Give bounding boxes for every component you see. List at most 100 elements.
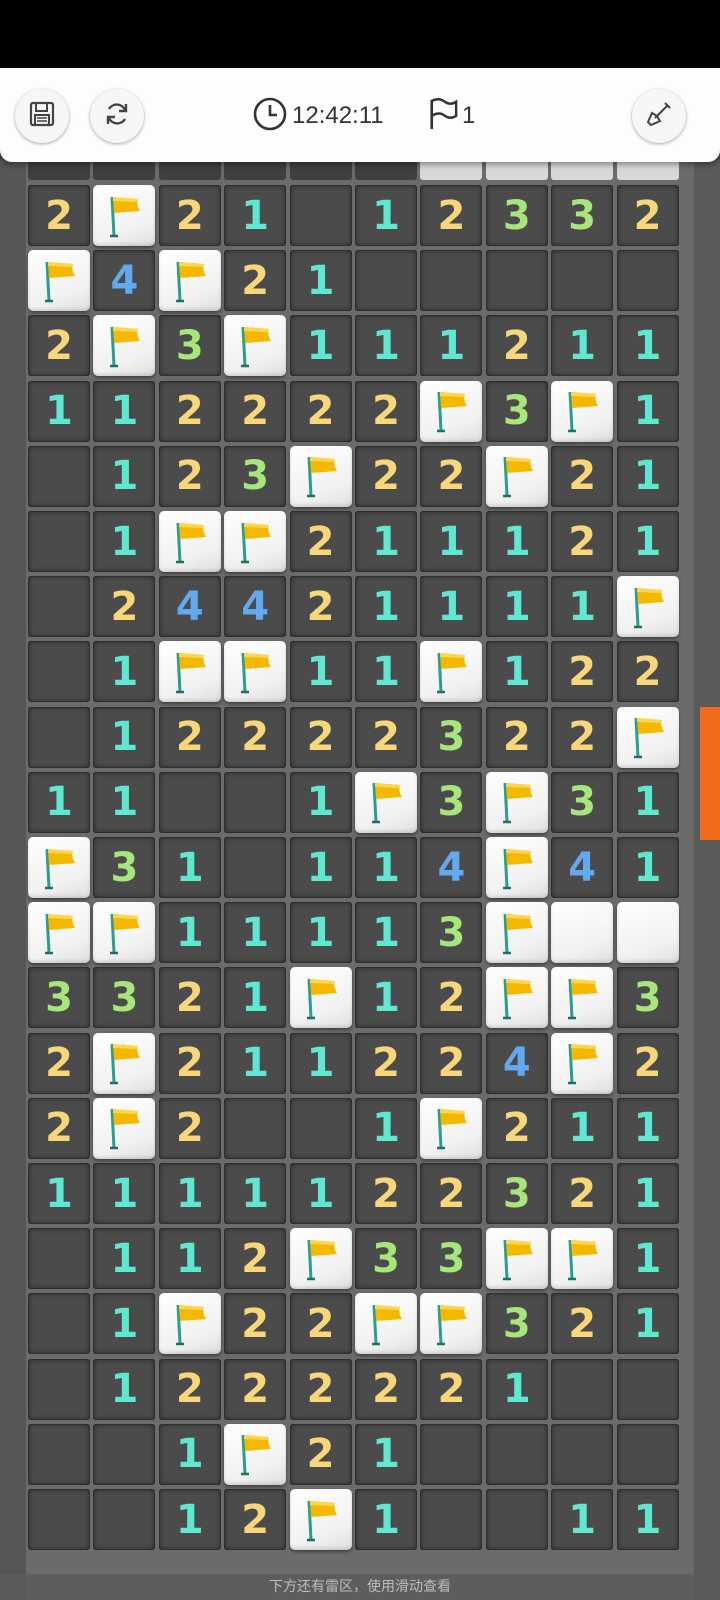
number-cell[interactable]: 2 xyxy=(289,380,352,442)
empty-cell[interactable] xyxy=(158,771,221,833)
flagged-cell[interactable] xyxy=(551,380,614,442)
flagged-cell[interactable] xyxy=(485,1228,548,1290)
number-cell[interactable]: 2 xyxy=(289,1293,352,1355)
flagged-cell[interactable] xyxy=(28,902,90,964)
number-cell[interactable]: 1 xyxy=(93,641,156,703)
number-cell[interactable]: 2 xyxy=(355,1163,417,1224)
empty-cell[interactable] xyxy=(28,511,90,572)
number-cell[interactable]: 1 xyxy=(485,511,548,572)
number-cell[interactable]: 1 xyxy=(158,1489,221,1550)
number-cell[interactable]: 1 xyxy=(551,1489,614,1550)
number-cell[interactable]: 1 xyxy=(616,445,679,507)
number-cell[interactable]: 2 xyxy=(289,576,352,638)
number-cell[interactable]: 2 xyxy=(420,185,483,246)
number-cell[interactable]: 1 xyxy=(224,967,287,1029)
number-cell[interactable]: 3 xyxy=(420,1228,483,1290)
number-cell[interactable]: 1 xyxy=(289,771,352,833)
number-cell[interactable]: 2 xyxy=(158,1097,221,1159)
number-cell[interactable]: 1 xyxy=(289,837,352,898)
number-cell[interactable]: 2 xyxy=(551,445,614,507)
number-cell[interactable]: 1 xyxy=(28,1163,90,1224)
dig-mode-button[interactable] xyxy=(632,89,686,143)
flagged-cell[interactable] xyxy=(355,771,417,833)
number-cell[interactable]: 1 xyxy=(355,641,417,703)
number-cell[interactable]: 1 xyxy=(93,380,156,442)
number-cell[interactable]: 1 xyxy=(224,1032,287,1094)
number-cell[interactable]: 1 xyxy=(93,1293,156,1355)
empty-cell[interactable] xyxy=(551,250,614,312)
empty-cell[interactable] xyxy=(28,445,90,507)
number-cell[interactable]: 3 xyxy=(551,771,614,833)
number-cell[interactable]: 3 xyxy=(485,1163,548,1224)
number-cell[interactable]: 1 xyxy=(224,902,287,964)
flagged-cell[interactable] xyxy=(485,445,548,507)
empty-cell[interactable] xyxy=(28,1228,90,1290)
flagged-cell[interactable] xyxy=(616,706,679,768)
number-cell[interactable]: 3 xyxy=(551,185,614,246)
number-cell[interactable]: 1 xyxy=(616,1163,679,1224)
flagged-cell[interactable] xyxy=(289,445,352,507)
flagged-cell[interactable] xyxy=(485,837,548,898)
number-cell[interactable]: 3 xyxy=(420,706,483,768)
flagged-cell[interactable] xyxy=(28,837,90,898)
number-cell[interactable]: 1 xyxy=(93,771,156,833)
flagged-cell[interactable] xyxy=(289,1228,352,1290)
number-cell[interactable]: 2 xyxy=(355,706,417,768)
number-cell[interactable]: 1 xyxy=(289,1032,352,1094)
number-cell[interactable]: 2 xyxy=(28,1032,90,1094)
number-cell[interactable]: 2 xyxy=(224,1358,287,1420)
empty-cell[interactable] xyxy=(28,576,90,638)
number-cell[interactable]: 1 xyxy=(93,1358,156,1420)
empty-cell[interactable] xyxy=(289,1097,352,1159)
number-cell[interactable]: 2 xyxy=(485,706,548,768)
empty-cell[interactable] xyxy=(551,1423,614,1485)
number-cell[interactable]: 2 xyxy=(158,1358,221,1420)
number-cell[interactable]: 1 xyxy=(420,576,483,638)
flagged-cell[interactable] xyxy=(224,511,287,572)
number-cell[interactable]: 1 xyxy=(158,1228,221,1290)
number-cell[interactable]: 4 xyxy=(158,576,221,638)
number-cell[interactable]: 2 xyxy=(158,1032,221,1094)
number-cell[interactable]: 1 xyxy=(485,576,548,638)
number-cell[interactable]: 1 xyxy=(158,837,221,898)
number-cell[interactable]: 2 xyxy=(355,380,417,442)
number-cell[interactable]: 3 xyxy=(93,967,156,1029)
number-cell[interactable]: 1 xyxy=(158,902,221,964)
number-cell[interactable]: 2 xyxy=(551,1293,614,1355)
empty-cell[interactable] xyxy=(420,250,483,312)
number-cell[interactable]: 1 xyxy=(616,315,679,377)
number-cell[interactable]: 1 xyxy=(420,511,483,572)
number-cell[interactable]: 1 xyxy=(355,1097,417,1159)
empty-cell[interactable] xyxy=(616,250,679,312)
number-cell[interactable]: 2 xyxy=(485,1097,548,1159)
number-cell[interactable]: 1 xyxy=(93,511,156,572)
number-cell[interactable]: 2 xyxy=(289,511,352,572)
number-cell[interactable]: 2 xyxy=(28,1097,90,1159)
number-cell[interactable]: 2 xyxy=(485,315,548,377)
number-cell[interactable]: 1 xyxy=(28,380,90,442)
number-cell[interactable]: 4 xyxy=(93,250,156,312)
number-cell[interactable]: 2 xyxy=(224,706,287,768)
flagged-cell[interactable] xyxy=(93,185,156,246)
flagged-cell[interactable] xyxy=(158,250,221,312)
minefield-grid[interactable]: 2211233242123111211112222311232221121112… xyxy=(26,160,694,1600)
flagged-cell[interactable] xyxy=(616,576,679,638)
flagged-cell[interactable] xyxy=(420,1293,483,1355)
flagged-cell[interactable] xyxy=(158,641,221,703)
number-cell[interactable]: 2 xyxy=(616,1032,679,1094)
empty-cell[interactable] xyxy=(420,1489,483,1550)
number-cell[interactable]: 2 xyxy=(355,1032,417,1094)
flagged-cell[interactable] xyxy=(93,902,156,964)
number-cell[interactable]: 2 xyxy=(420,445,483,507)
number-cell[interactable]: 2 xyxy=(289,706,352,768)
number-cell[interactable]: 1 xyxy=(420,315,483,377)
flagged-cell[interactable] xyxy=(158,1293,221,1355)
flagged-cell[interactable] xyxy=(289,1489,352,1550)
number-cell[interactable]: 1 xyxy=(158,1423,221,1485)
number-cell[interactable]: 2 xyxy=(289,1358,352,1420)
number-cell[interactable]: 1 xyxy=(616,1293,679,1355)
scroll-thumb[interactable] xyxy=(700,707,720,840)
flagged-cell[interactable] xyxy=(355,1293,417,1355)
number-cell[interactable]: 2 xyxy=(158,380,221,442)
empty-cell[interactable] xyxy=(289,185,352,246)
